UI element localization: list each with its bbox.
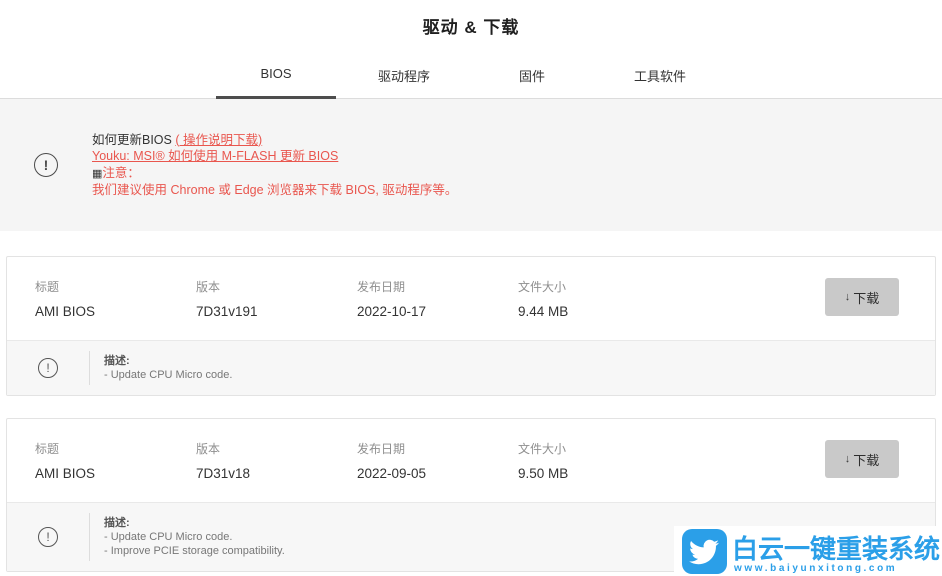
card-1-size-value: 9.44 MB: [518, 304, 679, 319]
card-2-desc-line-1: - Update CPU Micro code.: [104, 530, 285, 544]
exclamation-circle-icon: !: [38, 527, 58, 547]
exclamation-circle-icon: !: [38, 358, 58, 378]
note-label: 注意：: [102, 166, 140, 180]
card-2-size-value: 9.50 MB: [518, 466, 679, 481]
description-label: 描述:: [104, 516, 285, 530]
card-1-version-col: 版本 7D31v191: [196, 278, 357, 340]
card-2-title-col: 标题 AMI BIOS: [35, 440, 196, 502]
download-arrow-icon: ↓: [845, 453, 851, 465]
card-1-title-value: AMI BIOS: [35, 304, 196, 319]
card-2-main-row: 标题 AMI BIOS 版本 7D31v18 发布日期 2022-09-05 文…: [7, 419, 935, 502]
page-title: 驱动 & 下载: [0, 0, 942, 38]
card-1-size-col: 文件大小 9.44 MB: [518, 278, 679, 340]
bios-update-notice: ! 如何更新BIOS ( 操作说明下载) Youku: MSI® 如何使用 M-…: [0, 99, 942, 231]
card-2-date-value: 2022-09-05: [357, 466, 518, 481]
notice-icon-column: !: [0, 153, 92, 177]
column-header-date: 发布日期: [357, 440, 518, 457]
tab-bar: BIOS 驱动程序 固件 工具软件: [0, 66, 942, 99]
watermark-text: 白云一键重装系统 www.baiyunxitong.com: [732, 535, 940, 574]
download-button-2[interactable]: ↓下载: [825, 440, 899, 478]
column-header-version: 版本: [196, 278, 357, 295]
column-header-version: 版本: [196, 440, 357, 457]
card-2-desc-icon-column: !: [7, 527, 89, 547]
card-1-description: 描述: - Update CPU Micro code.: [89, 351, 232, 385]
download-button-label: 下载: [853, 450, 879, 469]
card-1-description-row: ! 描述: - Update CPU Micro code.: [7, 340, 935, 395]
card-2-size-col: 文件大小 9.50 MB: [518, 440, 679, 502]
tab-utility[interactable]: 工具软件: [596, 66, 724, 98]
card-2-version-col: 版本 7D31v18: [196, 440, 357, 502]
card-1-main-row: 标题 AMI BIOS 版本 7D31v191 发布日期 2022-10-17 …: [7, 257, 935, 340]
note-square-icon: ▦: [92, 168, 102, 180]
card-1-desc-line-1: - Update CPU Micro code.: [104, 368, 232, 382]
site-watermark: 白云一键重装系统 www.baiyunxitong.com: [674, 526, 942, 576]
watermark-site-url: www.baiyunxitong.com: [732, 563, 940, 574]
exclamation-circle-icon: !: [34, 153, 58, 177]
column-header-title: 标题: [35, 440, 196, 457]
card-2-desc-line-2: - Improve PCIE storage compatibility.: [104, 544, 285, 558]
notice-line-3: ▦注意：: [92, 165, 457, 183]
download-button-1[interactable]: ↓下载: [825, 278, 899, 316]
card-1-version-value: 7D31v191: [196, 304, 357, 319]
download-arrow-icon: ↓: [845, 291, 851, 303]
download-button-label: 下载: [853, 288, 879, 307]
watermark-site-name: 白云一键重装系统: [732, 535, 940, 563]
notice-line-2: Youku: MSI® 如何使用 M-FLASH 更新 BIOS: [92, 148, 457, 165]
card-2-date-col: 发布日期 2022-09-05: [357, 440, 518, 502]
column-header-size: 文件大小: [518, 278, 679, 295]
card-1-date-value: 2022-10-17: [357, 304, 518, 319]
column-header-title: 标题: [35, 278, 196, 295]
notice-line1-prefix: 如何更新BIOS: [92, 133, 175, 147]
card-2-version-value: 7D31v18: [196, 466, 357, 481]
card-1-title-col: 标题 AMI BIOS: [35, 278, 196, 340]
card-1-desc-icon-column: !: [7, 358, 89, 378]
bios-download-card-1: 标题 AMI BIOS 版本 7D31v191 发布日期 2022-10-17 …: [6, 256, 936, 396]
notice-line-4: 我们建议使用 Chrome 或 Edge 浏览器来下载 BIOS, 驱动程序等。: [92, 182, 457, 199]
column-header-size: 文件大小: [518, 440, 679, 457]
manual-download-link[interactable]: ( 操作说明下载): [175, 133, 262, 147]
tab-list: BIOS 驱动程序 固件 工具软件: [212, 66, 942, 98]
youku-mflash-link[interactable]: Youku: MSI® 如何使用 M-FLASH 更新 BIOS: [92, 149, 338, 163]
tab-bios[interactable]: BIOS: [212, 66, 340, 98]
card-1-date-col: 发布日期 2022-10-17: [357, 278, 518, 340]
tab-firmware[interactable]: 固件: [468, 66, 596, 98]
card-2-title-value: AMI BIOS: [35, 466, 196, 481]
column-header-date: 发布日期: [357, 278, 518, 295]
notice-line-1: 如何更新BIOS ( 操作说明下载): [92, 132, 457, 149]
description-label: 描述:: [104, 354, 232, 368]
bird-logo-icon: [682, 529, 727, 574]
tab-drivers[interactable]: 驱动程序: [340, 66, 468, 98]
card-2-description: 描述: - Update CPU Micro code. - Improve P…: [89, 513, 285, 561]
notice-text: 如何更新BIOS ( 操作说明下载) Youku: MSI® 如何使用 M-FL…: [92, 132, 457, 199]
